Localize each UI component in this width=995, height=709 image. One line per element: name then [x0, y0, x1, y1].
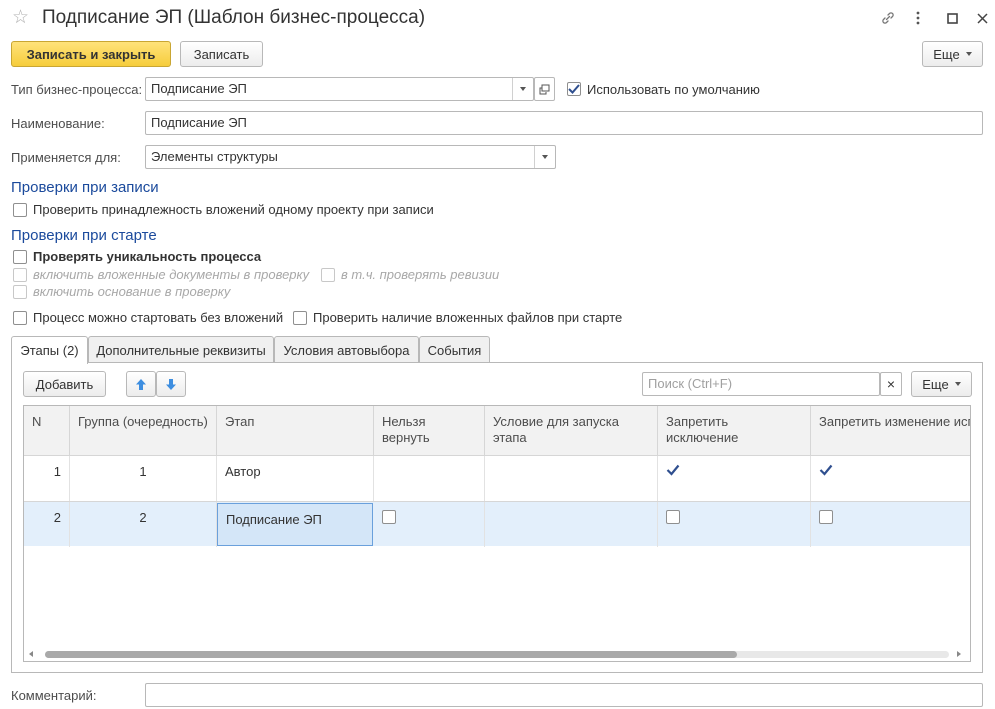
chevron-down-icon	[965, 52, 972, 56]
no-return-checkbox[interactable]	[382, 510, 396, 524]
check-attached-files-label: Проверить наличие вложенных файлов при с…	[313, 310, 623, 325]
move-up-button[interactable]	[126, 371, 156, 397]
clear-icon: ×	[886, 376, 896, 392]
applies-value: Элементы структуры	[151, 149, 278, 164]
check-revisions-label: в т.ч. проверять ревизии	[341, 267, 500, 282]
forbid-change-checkbox[interactable]	[819, 510, 833, 524]
start-without-attachments-checkbox[interactable]	[13, 311, 27, 325]
more-vertical-icon[interactable]	[908, 9, 928, 27]
check-icon	[568, 84, 580, 94]
more-label: Еще	[933, 46, 960, 62]
save-and-close-button[interactable]: Записать и закрыть	[11, 41, 171, 67]
chevron-down-icon	[954, 382, 961, 386]
column-header-no-return[interactable]: Нельзя вернуть	[374, 406, 485, 456]
stages-more-label: Еще	[922, 376, 949, 392]
use-default-label: Использовать по умолчанию	[587, 82, 760, 97]
table-row-selected[interactable]: 2 2 Подписание ЭП	[24, 501, 970, 547]
checks-on-start-title: Проверки при старте	[11, 227, 157, 244]
maximize-icon[interactable]	[942, 9, 962, 27]
cell-stage[interactable]: Автор	[217, 456, 374, 501]
use-default-checkbox[interactable]	[567, 82, 581, 96]
horizontal-scrollbar[interactable]	[23, 648, 971, 662]
cell-stage-active[interactable]: Подписание ЭП	[217, 503, 373, 546]
arrow-up-icon	[136, 378, 146, 390]
more-menu-button[interactable]: Еще	[922, 41, 983, 67]
process-type-value: Подписание ЭП	[151, 81, 247, 96]
tab-additional-attributes[interactable]: Дополнительные реквизиты	[88, 336, 274, 363]
check-icon	[819, 464, 833, 476]
clear-search-button[interactable]: ×	[880, 372, 902, 396]
name-field[interactable]: Подписание ЭП	[145, 111, 983, 135]
open-process-type-button[interactable]	[534, 77, 555, 101]
include-basis-label: включить основание в проверку	[33, 284, 231, 299]
check-attachments-project-checkbox[interactable]	[13, 203, 27, 217]
tab-stages[interactable]: Этапы (2)	[11, 336, 88, 364]
column-header-n[interactable]: N	[24, 406, 70, 456]
column-header-stage[interactable]: Этап	[217, 406, 374, 456]
check-attachments-project-label: Проверить принадлежность вложений одному…	[33, 202, 434, 217]
include-docs-label: включить вложенные документы в проверку	[33, 267, 310, 282]
applies-dropdown-button[interactable]	[534, 146, 555, 168]
stages-more-button[interactable]: Еще	[911, 371, 972, 397]
arrow-down-icon	[166, 378, 176, 390]
cell-no-return	[374, 456, 485, 501]
cell-forbid-change[interactable]	[811, 456, 970, 501]
process-type-field[interactable]: Подписание ЭП	[145, 77, 534, 101]
chevron-down-icon	[520, 87, 526, 91]
save-button[interactable]: Записать	[180, 41, 263, 67]
name-value: Подписание ЭП	[151, 115, 247, 130]
cell-start-condition[interactable]	[485, 502, 658, 547]
chevron-down-icon	[542, 155, 548, 159]
include-docs-checkbox	[13, 268, 27, 282]
include-basis-checkbox	[13, 285, 27, 299]
check-unique-label: Проверять уникальность процесса	[33, 249, 262, 264]
cell-start-condition[interactable]	[485, 456, 658, 501]
move-down-button[interactable]	[156, 371, 186, 397]
cell-n: 1	[24, 456, 70, 501]
applies-field[interactable]: Элементы структуры	[145, 145, 556, 169]
forbid-exclude-checkbox[interactable]	[666, 510, 680, 524]
stages-table[interactable]: N Группа (очередность) Этап Нельзя верну…	[23, 405, 971, 662]
search-input[interactable]: Поиск (Ctrl+F)	[642, 372, 880, 396]
check-attached-files-checkbox[interactable]	[293, 311, 307, 325]
check-icon	[666, 464, 680, 476]
add-stage-button[interactable]: Добавить	[23, 371, 106, 397]
start-without-attachments-label: Процесс можно стартовать без вложений	[33, 310, 284, 325]
favorite-star-icon[interactable]: ☆	[12, 8, 29, 28]
search-placeholder: Поиск (Ctrl+F)	[648, 376, 733, 391]
applies-label: Применяется для:	[11, 150, 121, 165]
tab-auto-selection-conditions[interactable]: Условия автовыбора	[274, 336, 419, 363]
cell-no-return[interactable]	[374, 502, 485, 547]
comment-label: Комментарий:	[11, 688, 97, 703]
window-title: Подписание ЭП (Шаблон бизнес-процесса)	[42, 7, 426, 28]
check-revisions-checkbox	[321, 268, 335, 282]
process-type-label: Тип бизнес-процесса:	[11, 82, 143, 97]
check-unique-checkbox[interactable]	[13, 250, 27, 264]
process-type-dropdown-button[interactable]	[512, 78, 533, 100]
table-row[interactable]: 1 1 Автор	[24, 456, 970, 501]
cell-forbid-exclude[interactable]	[658, 502, 811, 547]
tab-events[interactable]: События	[419, 336, 490, 363]
column-header-forbid-change[interactable]: Запретить изменение исполнителей	[811, 406, 970, 456]
name-label: Наименование:	[11, 116, 105, 131]
comment-field[interactable]	[145, 683, 983, 707]
scroll-left-icon[interactable]	[29, 651, 33, 657]
column-header-forbid-exclude[interactable]: Запретить исключение	[658, 406, 811, 456]
cell-group: 1	[70, 456, 217, 501]
scroll-right-icon[interactable]	[957, 651, 961, 657]
cell-n: 2	[24, 502, 70, 547]
cell-forbid-exclude[interactable]	[658, 456, 811, 501]
open-icon	[539, 84, 550, 94]
column-header-group[interactable]: Группа (очередность)	[70, 406, 217, 456]
link-icon[interactable]	[878, 9, 898, 27]
column-header-start-condition[interactable]: Условие для запуска этапа	[485, 406, 658, 456]
cell-group: 2	[70, 502, 217, 547]
scroll-thumb[interactable]	[45, 651, 737, 658]
cell-forbid-change[interactable]	[811, 502, 970, 547]
close-icon[interactable]	[972, 9, 992, 27]
checks-on-save-title: Проверки при записи	[11, 179, 159, 196]
